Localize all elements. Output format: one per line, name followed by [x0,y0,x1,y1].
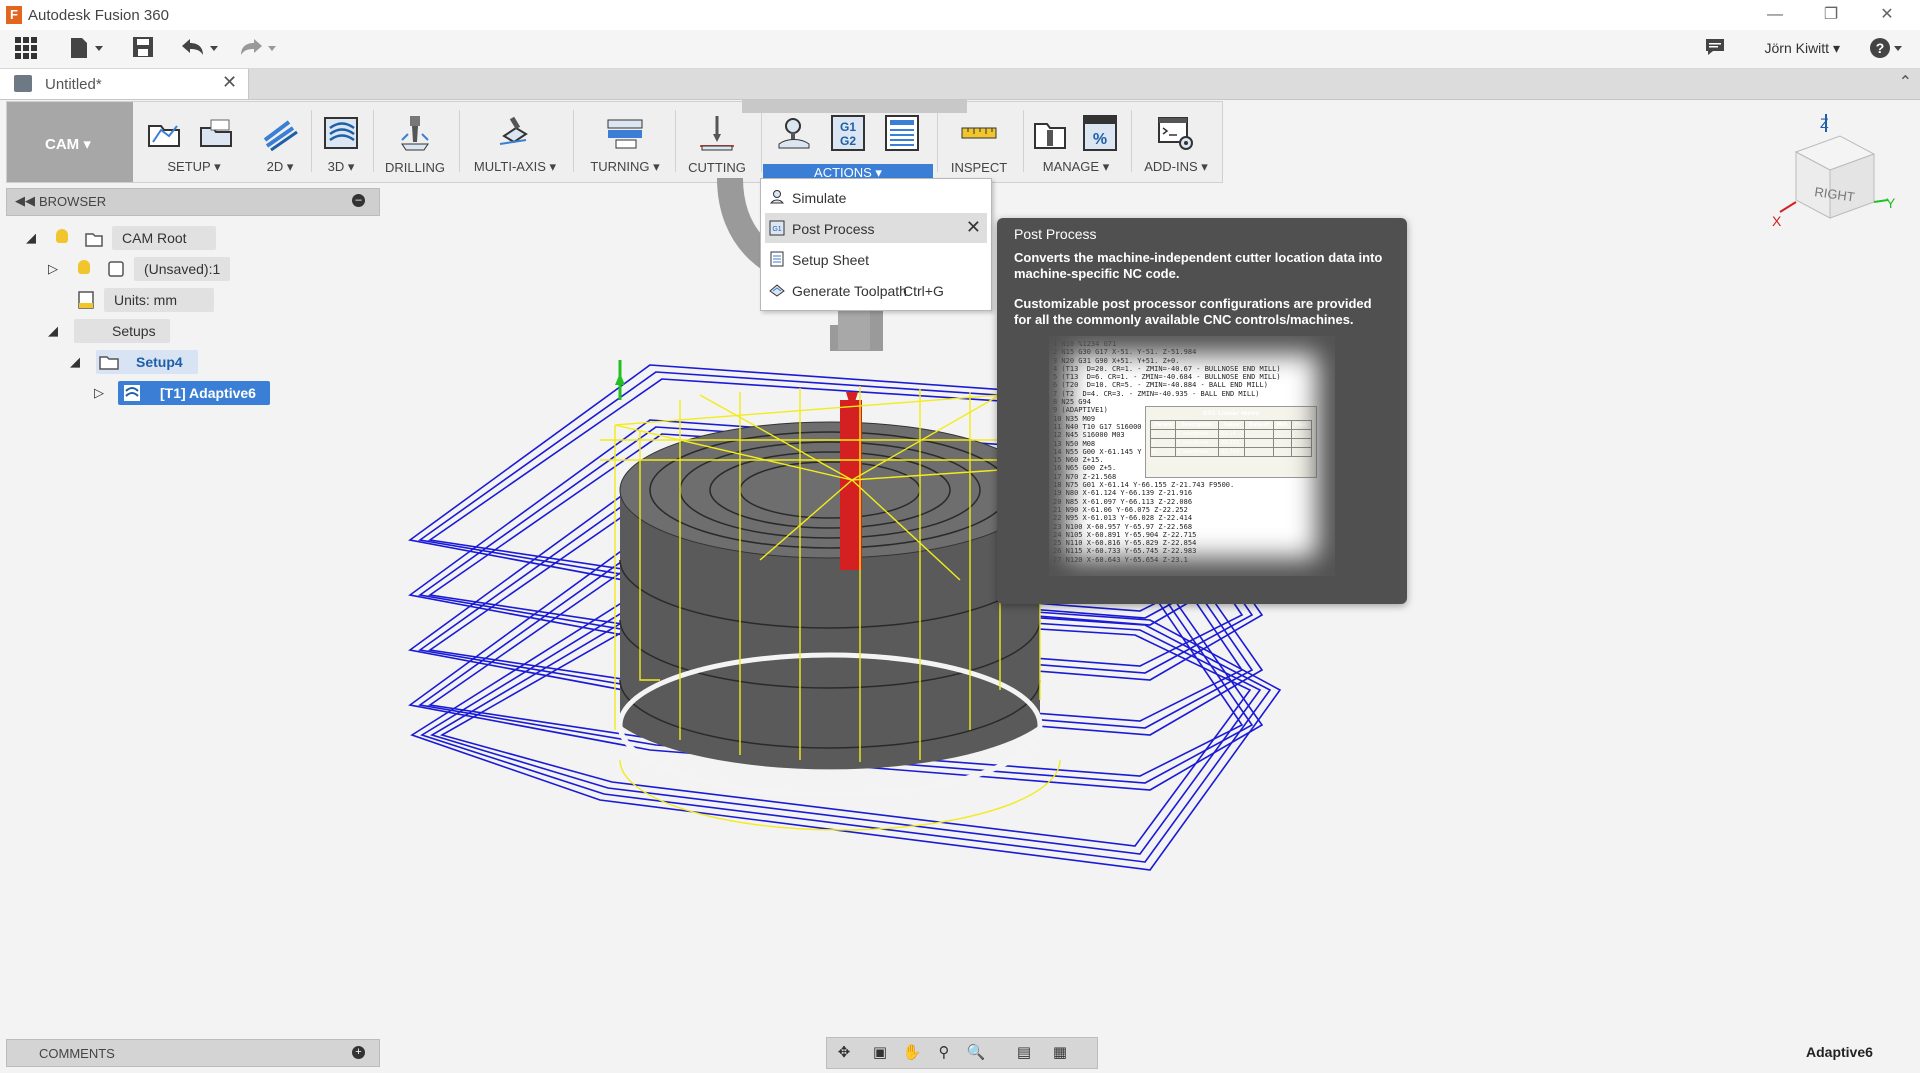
workspace-label: CAM ▾ [45,136,91,153]
ribbon-group-2d[interactable]: 2D ▾ [253,102,307,182]
document-tab[interactable]: Untitled* ✕ [0,69,249,99]
undo-icon[interactable] [178,36,222,62]
svg-text:?: ? [1876,40,1885,56]
navigation-toolbar: ✥ ▣ ✋ ⚲ 🔍 ▤ ▦ [826,1037,1098,1069]
tree-node-cam-root[interactable]: ◢ CAM Root [22,226,262,250]
ribbon-group-setup[interactable]: SETUP ▾ [137,102,251,182]
tree-node-unsaved[interactable]: ▷ (Unsaved):1 [44,257,284,281]
pan-icon[interactable]: ✋ [901,1042,923,1064]
help-icon[interactable]: ? [1868,36,1908,62]
fusion-logo-icon: F [6,6,22,24]
fit-icon[interactable]: 🔍 [965,1042,987,1064]
quick-access-toolbar: Jörn Kiwitt ▾ ? [0,30,1920,69]
visibility-bulb-icon[interactable] [78,260,90,274]
comments-panel[interactable]: COMMENTS + [6,1039,380,1067]
collapse-triangle-icon[interactable]: ◢ [48,323,58,339]
tree-node-adaptive6[interactable]: ▷ [T1] Adaptive6 [92,381,292,405]
menu-item-label: Generate Toolpath [792,283,907,299]
file-menu-icon[interactable] [66,36,106,62]
menu-item-post-process[interactable]: G1 Post Process ✕ [765,213,987,243]
workspace-switcher[interactable]: CAM ▾ [7,102,133,182]
browser-options-icon[interactable]: – [352,194,365,207]
menu-item-generate-toolpath[interactable]: Generate Toolpath Ctrl+G [765,275,987,305]
stock-setup-icon[interactable] [197,114,235,152]
comments-label: COMMENTS [39,1046,115,1061]
selection-status: Adaptive6 [1806,1044,1873,1060]
expand-triangle-icon[interactable]: ▷ [48,261,58,277]
notifications-icon[interactable] [1702,36,1728,62]
menu-item-label: Setup Sheet [792,252,870,268]
new-setup-icon[interactable] [145,114,183,152]
user-account-menu[interactable]: Jörn Kiwitt ▾ [1765,40,1841,57]
ribbon-group-label: SETUP ▾ [167,159,221,174]
menu-item-simulate[interactable]: Simulate [765,182,987,212]
setup-sheet-icon [770,251,784,267]
tree-node-setup4[interactable]: ◢ Setup4 [66,350,266,374]
data-panel-grid-icon[interactable] [12,36,40,62]
menu-item-setup-sheet[interactable]: Setup Sheet [765,244,987,274]
tree-node-label: (Unsaved):1 [144,261,221,277]
actions-dropdown-menu: Simulate G1 Post Process ✕ Setup Sheet G… [760,178,992,311]
tree-node-label: Units: mm [114,292,177,308]
component-icon [108,261,124,277]
restore-button[interactable]: ❐ [1808,0,1854,30]
ribbon-group-label: 3D ▾ [327,159,355,174]
ribbon-group-3d[interactable]: 3D ▾ [315,102,367,182]
simulate-icon [769,190,785,204]
window-title: Autodesk Fusion 360 [28,7,169,24]
tree-node-label: CAM Root [122,230,187,246]
z-axis-label: Z [1820,115,1829,131]
document-tab-label: Untitled* [45,76,102,93]
close-icon[interactable]: ✕ [966,217,981,238]
document-tab-bar: Untitled* ✕ ⌃ [0,69,1920,100]
collapse-triangle-icon[interactable]: ◢ [26,230,36,246]
menu-item-label: Post Process [792,221,875,237]
document-icon [14,75,32,92]
collapse-ribbon-icon[interactable]: ⌃ [1899,72,1912,92]
tree-node-label: Setup4 [136,354,183,370]
tooltip-title: Post Process [1014,226,1097,242]
x-axis-label: X [1772,213,1782,229]
collapse-browser-icon[interactable]: ◀◀ [15,193,35,209]
tooltip-description-2: Customizable post processor configuratio… [1014,296,1372,327]
save-icon[interactable] [130,36,156,62]
title-bar: F Autodesk Fusion 360 — ❐ ✕ [0,0,1920,31]
menu-item-label: Simulate [792,190,847,206]
expand-triangle-icon[interactable]: ▷ [94,385,104,401]
generate-toolpath-icon [769,284,785,297]
menu-item-shortcut: Ctrl+G [903,283,944,299]
tree-node-label: [T1] Adaptive6 [160,385,256,401]
zoom-icon[interactable]: ⚲ [933,1042,955,1064]
minimize-button[interactable]: — [1752,0,1798,30]
setup-icon [99,356,119,370]
2d-adaptive-icon[interactable] [261,114,299,152]
post-process-icon: G1 [769,220,785,236]
units-icon [78,291,94,309]
adaptive-toolpath-icon [124,385,140,401]
post-process-tooltip: Post Process Converts the machine-indepe… [997,218,1407,604]
close-tab-icon[interactable]: ✕ [222,72,237,93]
cam-root-icon [85,233,103,247]
ribbon-group-label: 2D ▾ [266,159,294,174]
tree-node-label: Setups [112,323,156,339]
browser-label: BROWSER [39,194,107,209]
grid-settings-icon[interactable]: ▦ [1049,1042,1071,1064]
orbit-icon[interactable]: ✥ [833,1042,855,1064]
look-at-icon[interactable]: ▣ [869,1042,891,1064]
view-cube[interactable]: RIGHT Z X Y [1770,112,1900,242]
close-window-button[interactable]: ✕ [1864,0,1910,30]
tree-node-setups[interactable]: ◢ Setups [44,319,244,343]
3d-adaptive-icon[interactable] [322,114,360,152]
add-comment-icon[interactable]: + [352,1046,365,1059]
redo-icon[interactable] [236,36,280,62]
browser-panel-header[interactable]: ◀◀ BROWSER – [6,188,380,216]
collapse-triangle-icon[interactable]: ◢ [70,354,80,370]
y-axis-label: Y [1886,195,1896,211]
svg-text:G1: G1 [772,226,781,233]
tree-node-units[interactable]: Units: mm [72,288,232,312]
tooltip-description: Converts the machine-independent cutter … [1014,250,1383,281]
visibility-bulb-icon[interactable] [56,229,68,243]
display-settings-icon[interactable]: ▤ [1013,1042,1035,1064]
